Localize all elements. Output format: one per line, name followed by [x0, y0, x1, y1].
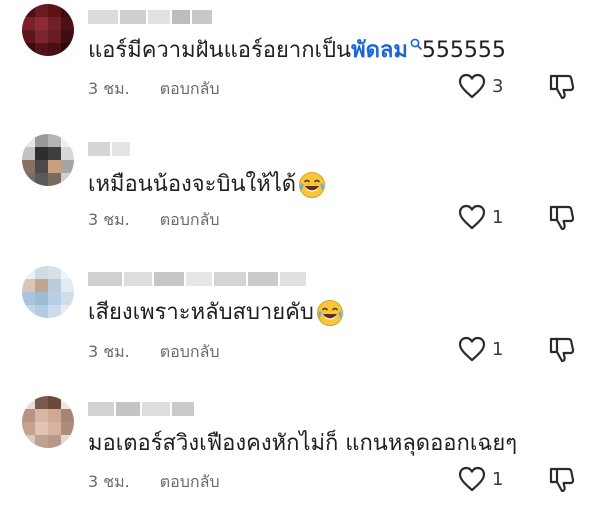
- laughing-tears-emoji: [316, 300, 343, 326]
- laughing-tears-emoji: [299, 172, 326, 198]
- thumbs-down-outline-icon[interactable]: [548, 204, 576, 232]
- comment-item: เหมือนน้องจะบินให้ได้ 3 ชม. ตอบกลับ 1: [0, 130, 600, 250]
- username-blurred[interactable]: [88, 402, 194, 416]
- like-count: 1: [492, 206, 504, 228]
- comment-text-prefix: แอร์มีความฝันแอร์อยากเป็น: [88, 38, 352, 63]
- comment-text-body: เสียงเพราะหลับสบายคับ: [88, 300, 314, 325]
- heart-outline-icon: [458, 204, 486, 230]
- reply-button[interactable]: ตอบกลับ: [160, 340, 220, 365]
- comment-time: 3 ชม.: [88, 472, 130, 491]
- avatar[interactable]: [22, 396, 74, 448]
- comment-text: เหมือนน้องจะบินให้ได้: [88, 170, 326, 200]
- comment-meta: 3 ชม. ตอบกลับ: [88, 340, 220, 365]
- like-count: 3: [492, 75, 504, 97]
- username-blurred[interactable]: [88, 142, 130, 156]
- reply-button[interactable]: ตอบกลับ: [160, 470, 220, 495]
- comment-item: เสียงเพราะหลับสบายคับ 3 ชม. ตอบกลับ 1: [0, 262, 600, 382]
- like-count: 1: [492, 338, 504, 360]
- comment-time: 3 ชม.: [88, 342, 130, 361]
- like-button[interactable]: 1: [458, 204, 503, 230]
- comment-meta: 3 ชม. ตอบกลับ: [88, 470, 220, 495]
- reply-button[interactable]: ตอบกลับ: [160, 77, 220, 102]
- comment-meta: 3 ชม. ตอบกลับ: [88, 77, 220, 102]
- like-count: 1: [492, 468, 504, 490]
- like-button[interactable]: 1: [458, 336, 503, 362]
- comment-time: 3 ชม.: [88, 210, 130, 229]
- comment-text-body: เหมือนน้องจะบินให้ได้: [88, 172, 297, 197]
- thumbs-down-outline-icon[interactable]: [548, 336, 576, 364]
- like-button[interactable]: 3: [458, 73, 503, 99]
- comment-item: แอร์มีความฝันแอร์อยากเป็นพัดลม 555555 3 ช…: [0, 0, 600, 120]
- username-blurred[interactable]: [88, 272, 306, 286]
- username-blurred[interactable]: [88, 10, 212, 24]
- thumbs-down-outline-icon[interactable]: [548, 73, 576, 101]
- comment-text-body: มอเตอร์สวิงเฟืองคงหักไม่ก็ แกนหลุดออกเฉย…: [88, 431, 518, 456]
- avatar[interactable]: [22, 266, 74, 318]
- reply-button[interactable]: ตอบกลับ: [160, 208, 220, 233]
- comment-item: มอเตอร์สวิงเฟืองคงหักไม่ก็ แกนหลุดออกเฉย…: [0, 392, 600, 512]
- search-keyword-link[interactable]: พัดลม: [351, 38, 408, 63]
- heart-outline-icon: [458, 336, 486, 362]
- heart-outline-icon: [458, 466, 486, 492]
- comment-time: 3 ชม.: [88, 79, 130, 98]
- avatar[interactable]: [22, 4, 74, 56]
- like-button[interactable]: 1: [458, 466, 503, 492]
- heart-outline-icon: [458, 73, 486, 99]
- comment-meta: 3 ชม. ตอบกลับ: [88, 208, 220, 233]
- avatar[interactable]: [22, 134, 74, 186]
- search-icon[interactable]: [410, 38, 422, 50]
- comment-text-suffix: 555555: [421, 38, 506, 63]
- comment-text: เสียงเพราะหลับสบายคับ: [88, 298, 344, 328]
- thumbs-down-outline-icon[interactable]: [548, 466, 576, 494]
- comment-text: มอเตอร์สวิงเฟืองคงหักไม่ก็ แกนหลุดออกเฉย…: [88, 429, 517, 459]
- comment-text: แอร์มีความฝันแอร์อยากเป็นพัดลม 555555: [88, 36, 506, 66]
